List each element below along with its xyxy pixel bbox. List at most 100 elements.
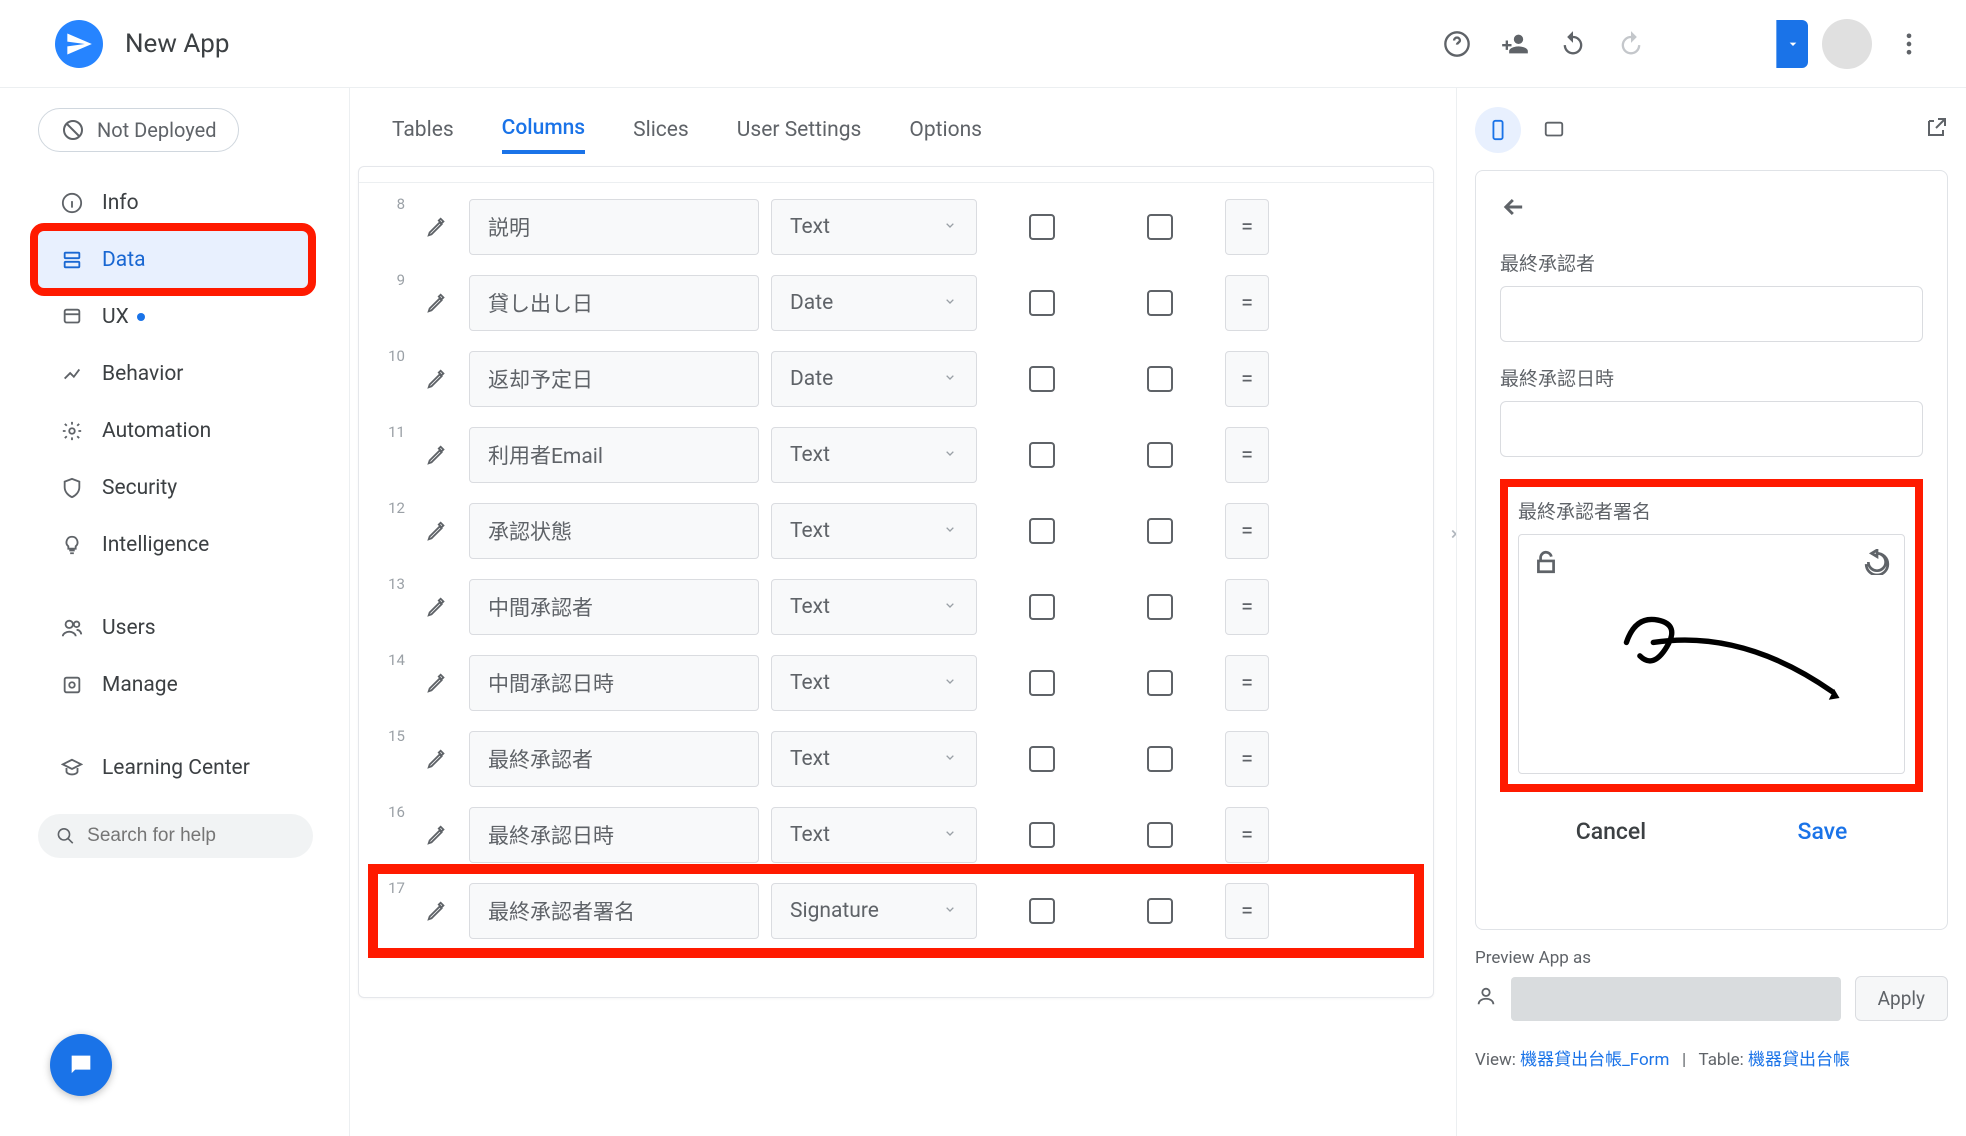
device-tablet[interactable] [1531,107,1577,153]
sidebar-item-data[interactable]: Data [38,231,308,288]
user-avatar[interactable] [1822,19,1872,69]
key-checkbox[interactable] [1029,290,1055,316]
sidebar-item-ux[interactable]: UX [38,288,333,345]
formula-button[interactable]: = [1225,731,1269,787]
formula-button[interactable]: = [1225,351,1269,407]
label-checkbox[interactable] [1147,670,1173,696]
column-name-input[interactable]: 返却予定日 [469,351,759,407]
edit-column-button[interactable] [417,511,457,551]
edit-column-button[interactable] [417,891,457,931]
key-checkbox[interactable] [1029,670,1055,696]
column-name-input[interactable]: 最終承認者 [469,731,759,787]
formula-button[interactable]: = [1225,427,1269,483]
signature-canvas[interactable] [1518,534,1905,774]
key-checkbox[interactable] [1029,442,1055,468]
column-type-select[interactable]: Text [771,807,977,863]
column-name-input[interactable]: 最終承認者署名 [469,883,759,939]
tab-slices[interactable]: Slices [633,118,689,152]
key-checkbox[interactable] [1029,746,1055,772]
form-field-input-approver[interactable] [1500,286,1923,342]
search-help-input[interactable] [87,825,295,847]
column-type-select[interactable]: Text [771,731,977,787]
form-save-button[interactable]: Save [1798,818,1848,845]
key-checkbox[interactable] [1029,366,1055,392]
column-name-input[interactable]: 利用者Email [469,427,759,483]
sidebar-item-intelligence[interactable]: Intelligence [38,516,333,573]
sidebar-item-learning[interactable]: Learning Center [38,739,333,796]
column-name-input[interactable]: 最終承認日時 [469,807,759,863]
label-checkbox[interactable] [1147,822,1173,848]
view-link[interactable]: 機器貸出台帳_Form [1520,1050,1669,1070]
table-link[interactable]: 機器貸出台帳 [1748,1050,1850,1070]
label-checkbox[interactable] [1147,898,1173,924]
form-cancel-button[interactable]: Cancel [1576,818,1646,845]
column-type-select[interactable]: Text [771,199,977,255]
column-type-select[interactable]: Date [771,275,977,331]
formula-button[interactable]: = [1225,199,1269,255]
tab-user-settings[interactable]: User Settings [737,118,862,152]
form-field-input-datetime[interactable] [1500,401,1923,457]
column-name-input[interactable]: 説明 [469,199,759,255]
open-external[interactable] [1924,116,1948,145]
edit-column-button[interactable] [417,815,457,855]
column-name-input[interactable]: 中間承認者 [469,579,759,635]
preview-as-input[interactable] [1511,977,1841,1021]
label-checkbox[interactable] [1147,214,1173,240]
add-user-button[interactable] [1492,21,1538,67]
key-checkbox[interactable] [1029,898,1055,924]
label-checkbox[interactable] [1147,746,1173,772]
edit-column-button[interactable] [417,663,457,703]
label-checkbox[interactable] [1147,290,1173,316]
sidebar-item-users[interactable]: Users [38,599,333,656]
column-name-input[interactable]: 中間承認日時 [469,655,759,711]
tab-options[interactable]: Options [909,118,982,152]
sidebar-item-automation[interactable]: Automation [38,402,333,459]
redo-button[interactable] [1608,21,1654,67]
column-type-select[interactable]: Text [771,579,977,635]
tab-tables[interactable]: Tables [392,118,454,152]
help-button[interactable] [1434,21,1480,67]
column-type-select[interactable]: Text [771,655,977,711]
key-checkbox[interactable] [1029,214,1055,240]
column-type-select[interactable]: Text [771,503,977,559]
formula-button[interactable]: = [1225,579,1269,635]
deploy-status-pill[interactable]: Not Deployed [38,108,239,152]
sidebar-item-behavior[interactable]: Behavior [38,345,333,402]
column-type-select[interactable]: Text [771,427,977,483]
edit-column-button[interactable] [417,359,457,399]
formula-button[interactable]: = [1225,503,1269,559]
form-back-button[interactable] [1500,193,1534,227]
device-phone[interactable] [1475,107,1521,153]
formula-button[interactable]: = [1225,807,1269,863]
column-name-input[interactable]: 貸し出し日 [469,275,759,331]
column-type-select[interactable]: Signature [771,883,977,939]
chat-fab[interactable] [50,1034,112,1096]
more-button[interactable] [1886,21,1932,67]
app-title[interactable]: New App [125,29,229,59]
key-checkbox[interactable] [1029,822,1055,848]
sidebar-item-info[interactable]: Info [38,174,333,231]
edit-column-button[interactable] [417,587,457,627]
sidebar-item-security[interactable]: Security [38,459,333,516]
sidebar-item-manage[interactable]: Manage [38,656,333,713]
edit-column-button[interactable] [417,435,457,475]
undo-button[interactable] [1550,21,1596,67]
formula-button[interactable]: = [1225,275,1269,331]
formula-button[interactable]: = [1225,655,1269,711]
search-help-box[interactable] [38,814,313,858]
formula-button[interactable]: = [1225,883,1269,939]
label-checkbox[interactable] [1147,518,1173,544]
edit-column-button[interactable] [417,207,457,247]
column-name-input[interactable]: 承認状態 [469,503,759,559]
edit-column-button[interactable] [417,739,457,779]
column-type-select[interactable]: Date [771,351,977,407]
label-checkbox[interactable] [1147,442,1173,468]
save-dropdown-button[interactable] [1776,20,1808,68]
label-checkbox[interactable] [1147,594,1173,620]
apply-button[interactable]: Apply [1855,976,1948,1021]
edit-column-button[interactable] [417,283,457,323]
tab-columns[interactable]: Columns [502,116,585,154]
label-checkbox[interactable] [1147,366,1173,392]
key-checkbox[interactable] [1029,518,1055,544]
key-checkbox[interactable] [1029,594,1055,620]
